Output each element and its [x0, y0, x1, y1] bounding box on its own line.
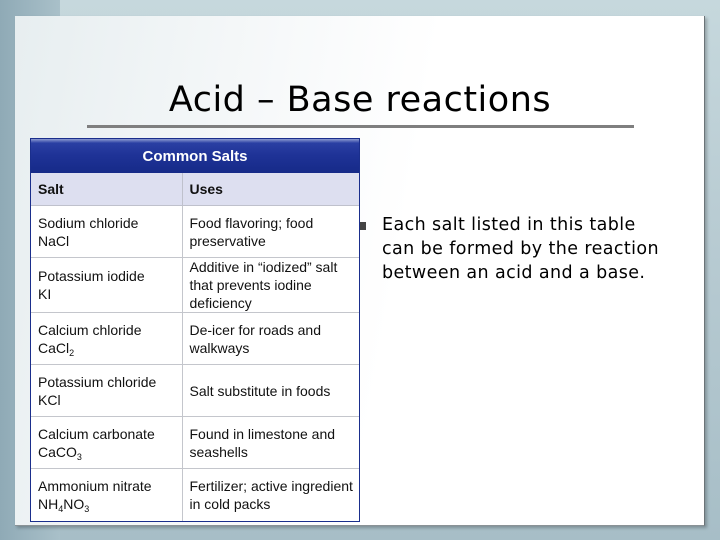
slide-title-text: Acid – Base reactions — [168, 80, 552, 120]
title-underline — [87, 125, 634, 128]
table-row: Ammonium nitrate NH4NO3 Fertilizer; active… — [31, 468, 359, 521]
salt-name: Potassium iodide — [38, 268, 145, 284]
table-row: Potassium chloride KCl Salt substitute in … — [31, 364, 359, 417]
table-row: Calcium chloride CaCl2 De-icer for roads a… — [31, 312, 359, 365]
salt-use-cell: Found in limestone and seashells — [182, 416, 359, 469]
salt-use-cell: Additive in “iodized” salt that prevents… — [182, 257, 359, 313]
table-row: Potassium iodide KI Additive in “iodized” … — [31, 257, 359, 313]
salt-cell: Calcium carbonate CaCO3 — [31, 416, 183, 469]
table-row: Calcium carbonate CaCO3 Found in limestone… — [31, 416, 359, 469]
salt-name: Calcium chloride — [38, 321, 142, 338]
table-caption: Common Salts — [31, 139, 359, 173]
salt-name: Potassium chloride — [38, 373, 157, 390]
salt-name: Calcium carbonate — [38, 425, 155, 442]
column-header-uses: Uses — [182, 173, 359, 206]
salt-name: Sodium chloride — [38, 214, 139, 231]
salts-table-grid: Salt Uses Sodium chloride NaCl Food flavor… — [31, 173, 359, 521]
slide-title: Acid – Base reactions — [0, 80, 720, 120]
table-row: Sodium chloride NaCl Food flavoring; food … — [31, 205, 359, 258]
bullet-text: Each salt listed in this table can be fo… — [382, 215, 660, 283]
salt-formula: KCl — [38, 391, 61, 408]
salt-cell: Potassium chloride KCl — [31, 364, 183, 417]
salt-use-cell: Fertilizer; active ingredient in cold pa… — [189, 477, 353, 512]
salt-formula: NH4NO3 — [38, 495, 90, 514]
column-header-salt: Salt — [31, 173, 183, 206]
salt-formula: CaCl2 — [38, 339, 75, 358]
salt-use-cell: Salt substitute in foods — [182, 364, 359, 417]
salt-cell: Sodium chloride NaCl — [31, 205, 183, 258]
salt-cell: Ammonium nitrate NH4NO3 — [31, 468, 183, 521]
salt-formula: CaCO3 — [38, 443, 82, 462]
salt-use-cell: De-icer for roads and walkways — [182, 312, 359, 365]
salt-use-cell: Food flavoring; food preservative — [182, 205, 359, 258]
salt-name: Ammonium nitrate — [38, 477, 152, 494]
salt-cell: Potassium iodide KI — [31, 257, 183, 313]
table-header-row: Salt Uses — [31, 173, 359, 206]
salt-formula: KI — [38, 286, 52, 302]
salt-formula: NaCl — [38, 232, 70, 249]
salt-cell: Calcium chloride CaCl2 — [31, 312, 183, 365]
common-salts-table: Common Salts Salt Uses Sodium chloride Na… — [30, 138, 360, 522]
